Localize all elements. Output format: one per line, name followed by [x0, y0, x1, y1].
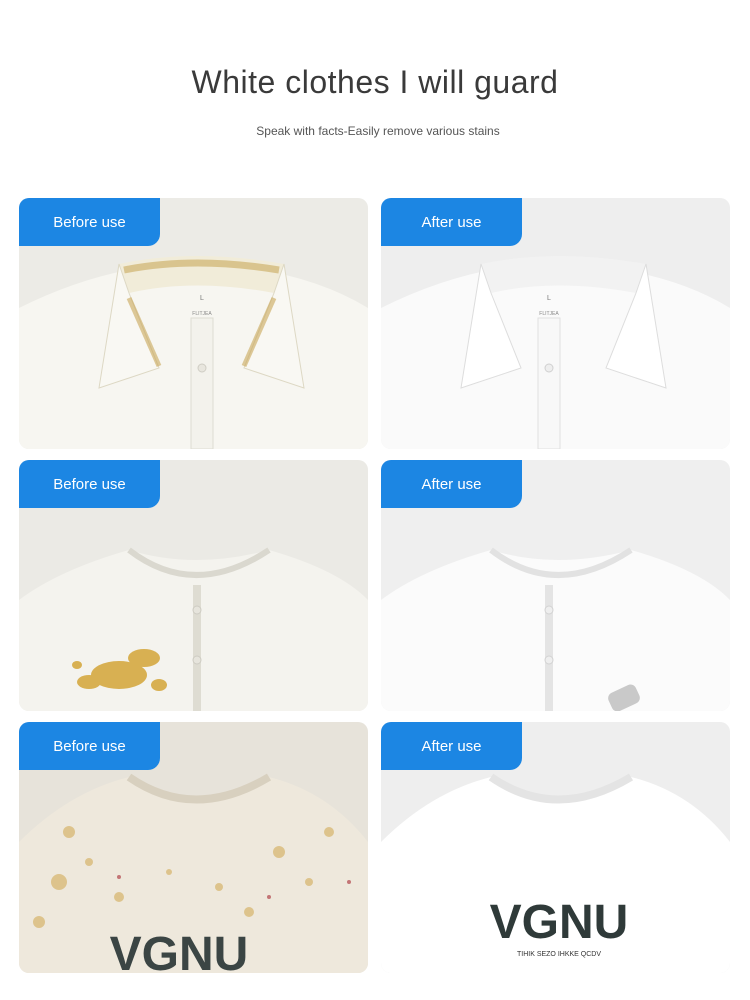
before-use-tab: Before use — [19, 460, 160, 508]
after-use-tab: After use — [381, 198, 522, 246]
after-photo-cardigan: After use — [381, 460, 730, 711]
before-photo-cardigan: Before use — [19, 460, 368, 711]
after-photo-collar: L FLITJEA After use — [381, 198, 730, 449]
before-photo-collar: L FLITJEA Before use — [19, 198, 368, 449]
before-use-tab: Before use — [19, 722, 160, 770]
page-subtitle: Speak with facts-Easily remove various s… — [256, 124, 500, 138]
tee-logo-print: VGNU — [110, 928, 249, 973]
after-photo-tshirt: VGNU TIHIK SEZO IHKKE QCDV After use — [381, 722, 730, 973]
after-use-tab: After use — [381, 460, 522, 508]
brand-label: FLITJEA — [539, 311, 559, 317]
tee-tagline-print: TIHIK SEZO IHKKE QCDV — [517, 951, 601, 958]
page-title: White clothes I will guard — [191, 64, 559, 100]
before-photo-tshirt: VGNU Before use — [19, 722, 368, 973]
before-use-tab: Before use — [19, 198, 160, 246]
after-use-tab: After use — [381, 722, 522, 770]
size-label: L — [200, 295, 204, 302]
size-label: L — [547, 295, 551, 302]
tee-logo-print: VGNU — [490, 896, 629, 949]
brand-label: FLITJEA — [192, 311, 212, 317]
